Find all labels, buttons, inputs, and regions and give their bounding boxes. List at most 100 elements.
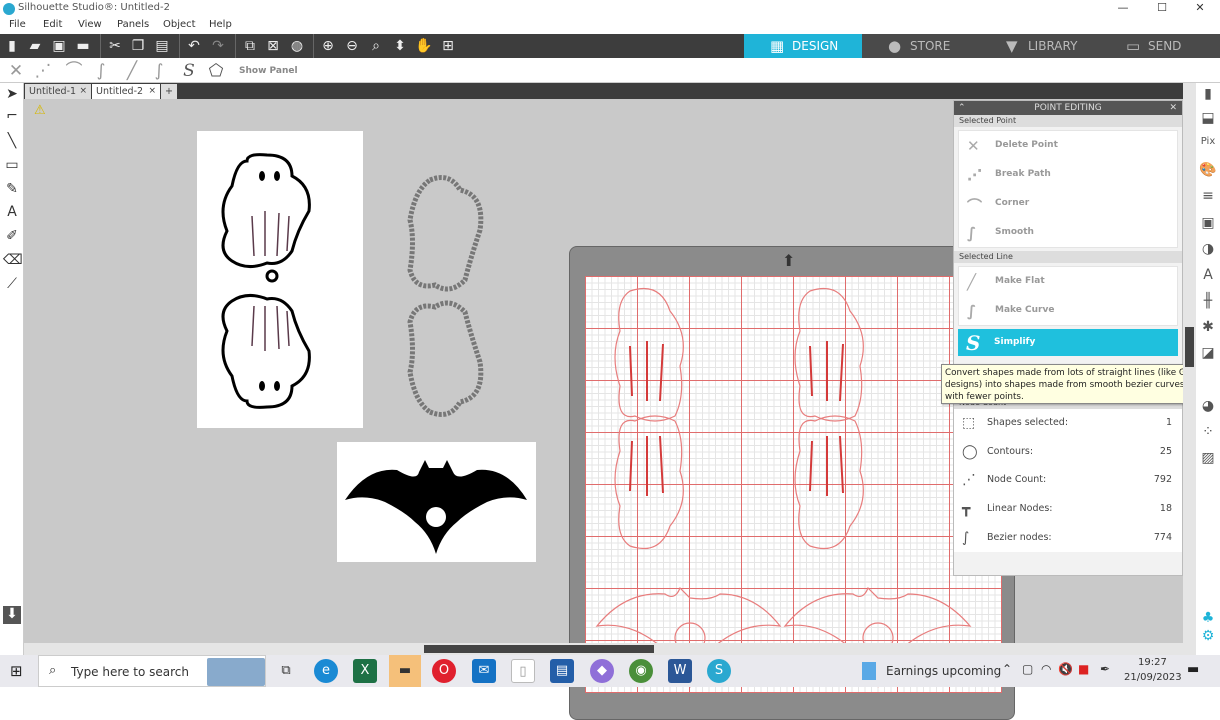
collapse-panel-icon[interactable]: ⌃ [958, 101, 966, 115]
word-icon[interactable]: W [668, 659, 692, 683]
group-icon[interactable]: ⧉ [241, 37, 259, 55]
close-tab-icon[interactable]: × [148, 84, 156, 99]
rectangle-icon[interactable]: ▭ [3, 157, 21, 175]
close-tab-icon[interactable]: × [79, 84, 87, 99]
library-expand-icon[interactable]: ⬇ [3, 606, 21, 624]
knife-icon[interactable]: ⟋ [3, 276, 21, 294]
zoom-out-icon[interactable]: ⊖ [343, 37, 361, 55]
align-icon[interactable]: ╫ [1199, 293, 1217, 311]
fit-to-window-icon[interactable]: ⊞ [439, 37, 457, 55]
break-path-button[interactable]: ⋰ Break Path [959, 160, 1177, 189]
redo-icon[interactable]: ↷ [209, 37, 227, 55]
doc-tab-untitled-2[interactable]: Untitled-2 × [92, 84, 160, 99]
menu-panels[interactable]: Panels [117, 19, 149, 30]
mat-grid[interactable] [585, 276, 1002, 693]
show-hidden-icons-icon[interactable]: ⌃ [1002, 662, 1012, 676]
bat-image[interactable] [337, 442, 536, 562]
clock-date[interactable]: 21/09/2023 [1124, 672, 1182, 683]
line-style-icon[interactable]: ≡ [1199, 188, 1217, 206]
tab-send[interactable]: ▭ SEND [1100, 34, 1220, 58]
rhinestone-icon[interactable]: ⁘ [1199, 424, 1217, 442]
save-icon[interactable]: ▣ [50, 37, 68, 55]
corner-icon[interactable]: ⌒ [63, 60, 85, 82]
text-icon[interactable]: A [3, 204, 21, 222]
design-store-icon[interactable]: ♣ [1199, 610, 1217, 628]
deselect-icon[interactable]: ⊠ [264, 37, 282, 55]
copilot-icon[interactable]: ◆ [590, 659, 614, 683]
line-icon[interactable]: ╲ [3, 133, 21, 151]
new-file-icon[interactable]: ▮ [3, 37, 21, 55]
pencil-icon[interactable]: ✎ [3, 181, 21, 199]
undo-icon[interactable]: ↶ [185, 37, 203, 55]
horizontal-scrollbar[interactable] [24, 643, 1196, 655]
menu-help[interactable]: Help [209, 19, 232, 30]
opera-icon[interactable]: O [432, 659, 456, 683]
tray-app-icon[interactable]: ■ [1078, 662, 1089, 676]
doc-tab-untitled-1[interactable]: Untitled-1 × [25, 84, 91, 99]
copy-icon[interactable]: ❐ [129, 37, 147, 55]
point-editing-icon[interactable]: ▣ [1199, 215, 1217, 233]
excel-icon[interactable]: X [353, 659, 377, 683]
file-explorer-icon[interactable]: ▬ [389, 655, 421, 687]
document-icon[interactable]: ▯ [511, 659, 535, 683]
send-panel-icon[interactable]: ⬓ [1199, 110, 1217, 128]
pen-icon[interactable]: ✒ [1100, 662, 1110, 676]
pan-hand-icon[interactable]: ✋ [415, 37, 433, 55]
simplify-icon[interactable]: S [178, 60, 200, 82]
print-icon[interactable]: ▬ [74, 37, 92, 55]
corner-button[interactable]: ⌒ Corner [959, 189, 1177, 218]
break-path-icon[interactable]: ⋰ [32, 60, 54, 82]
polygon-icon[interactable]: ⬠ [205, 60, 227, 82]
menu-file[interactable]: File [9, 19, 26, 30]
tab-design[interactable]: ▦ DESIGN [744, 34, 862, 58]
make-curve-button[interactable]: ∫ Make Curve [959, 296, 1177, 325]
add-tab-button[interactable]: + [161, 84, 177, 99]
make-flat-icon[interactable]: ╱ [121, 60, 143, 82]
point-edit-icon[interactable]: ⌐ [3, 108, 21, 126]
close-panel-icon[interactable]: ✕ [1169, 101, 1177, 115]
fit-page-icon[interactable]: ⬍ [391, 37, 409, 55]
traced-ghost-outline[interactable] [395, 170, 500, 422]
make-curve-icon[interactable]: ∫ [148, 60, 170, 82]
sketch-icon[interactable]: ▨ [1199, 450, 1217, 468]
modify-icon[interactable]: ◪ [1199, 345, 1217, 363]
menu-view[interactable]: View [78, 19, 102, 30]
pixscan-icon[interactable]: Pix [1199, 136, 1217, 154]
make-flat-button[interactable]: ╱ Make Flat [959, 267, 1177, 296]
delete-point-icon[interactable]: ✕ [5, 60, 27, 82]
menu-edit[interactable]: Edit [43, 19, 62, 30]
select-arrow-icon[interactable]: ➤ [3, 86, 21, 104]
eraser-icon[interactable]: ⌫ [3, 252, 23, 270]
eraser-edit-icon[interactable]: ✐ [3, 228, 21, 246]
clock-time[interactable]: 19:27 [1138, 657, 1167, 668]
tab-store[interactable]: ● STORE [862, 34, 980, 58]
text-style-icon[interactable]: A [1199, 267, 1217, 285]
open-folder-icon[interactable]: ▰ [26, 37, 44, 55]
delete-point-button[interactable]: ✕ Delete Point [959, 131, 1177, 160]
paste-icon[interactable]: ▤ [153, 37, 171, 55]
smooth-button[interactable]: ∫ Smooth [959, 218, 1177, 247]
menu-object[interactable]: Object [163, 19, 196, 30]
show-panel-link[interactable]: Show Panel [239, 66, 298, 76]
ghost-image[interactable] [197, 131, 363, 428]
volume-muted-icon[interactable]: 🔇 [1058, 662, 1073, 676]
close-button[interactable]: ✕ [1180, 1, 1220, 17]
store-icon[interactable]: ▤ [550, 659, 574, 683]
mail-icon[interactable]: ✉ [472, 659, 496, 683]
transparency-icon[interactable]: ◑ [1199, 241, 1217, 259]
vertical-scrollbar[interactable] [1183, 83, 1196, 643]
edge-icon[interactable]: e [314, 659, 338, 683]
minimize-button[interactable]: — [1103, 1, 1143, 17]
select-by-color-icon[interactable]: ◍ [288, 37, 306, 55]
trace-icon[interactable]: ◕ [1199, 398, 1217, 416]
zoom-select-icon[interactable]: ⌕ [367, 37, 385, 55]
maximize-button[interactable]: ☐ [1142, 1, 1182, 17]
page-setup-icon[interactable]: ▮ [1199, 86, 1217, 104]
chrome-icon[interactable]: ◉ [629, 659, 653, 683]
tab-library[interactable]: ▼ LIBRARY [980, 34, 1100, 58]
zoom-in-icon[interactable]: ⊕ [319, 37, 337, 55]
cut-icon[interactable]: ✂ [106, 37, 124, 55]
smooth-icon[interactable]: ∫ [90, 60, 112, 82]
task-view-icon[interactable]: ⧉ [274, 659, 298, 683]
windows-start-icon[interactable]: ⊞ [10, 662, 23, 680]
